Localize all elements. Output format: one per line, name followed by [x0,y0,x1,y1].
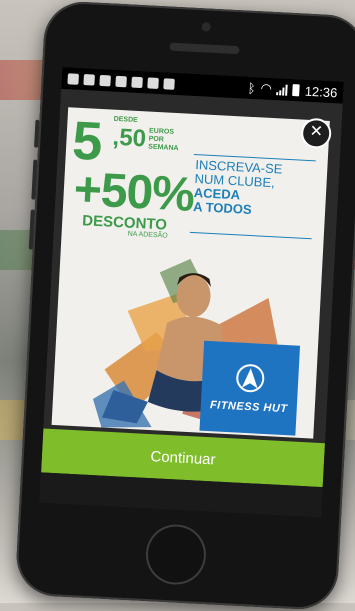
phone-volume-up [31,159,38,200]
price-prefix: DESDE [113,115,138,124]
phone-side-button [34,119,40,148]
back-notification-icon [67,72,79,85]
ad-banner[interactable]: 5 DESDE ,50 EUROS POR SEMANA +50% DESCON… [51,107,330,439]
discount-label: DESCONTO [81,212,168,234]
status-bar: ᛒ ◠ 12:36 [61,66,344,104]
price-unit: EUROS POR SEMANA [148,127,179,153]
brand-name: FITNESS HUT [209,399,288,416]
facebook-notification-icon [99,74,111,86]
facebook-notification-icon [83,73,95,86]
slogan: INSCREVA-SE NUM CLUBE, ACEDA A TODOS [193,157,316,220]
price-block: 5 DESDE ,50 EUROS POR SEMANA [71,111,179,172]
phone-screen: ᛒ ◠ 12:36 5 DESDE ,50 EUROS POR SEMANA +… [39,66,344,518]
wifi-icon: ◠ [260,80,273,96]
front-camera [201,22,211,32]
message-notification-icon [163,77,175,90]
bluetooth-icon: ᛒ [247,80,256,96]
battery-icon [292,84,301,97]
home-button[interactable] [144,523,208,587]
fitness-hut-logo: FITNESS HUT [199,340,301,436]
logo-arrow-icon [236,364,265,393]
phone-device: ᛒ ◠ 12:36 5 DESDE ,50 EUROS POR SEMANA +… [14,0,355,611]
facebook-notification-icon [147,76,159,89]
facebook-notification-icon [131,76,143,88]
status-time: 12:36 [304,83,338,100]
price-decimal: ,50 [111,123,147,153]
facebook-notification-icon [115,75,127,87]
phone-volume-down [28,209,35,250]
signal-icon [276,84,289,96]
discount-note: NA ADESÃO [127,230,168,240]
divider [189,231,312,240]
earpiece-speaker [169,42,240,55]
